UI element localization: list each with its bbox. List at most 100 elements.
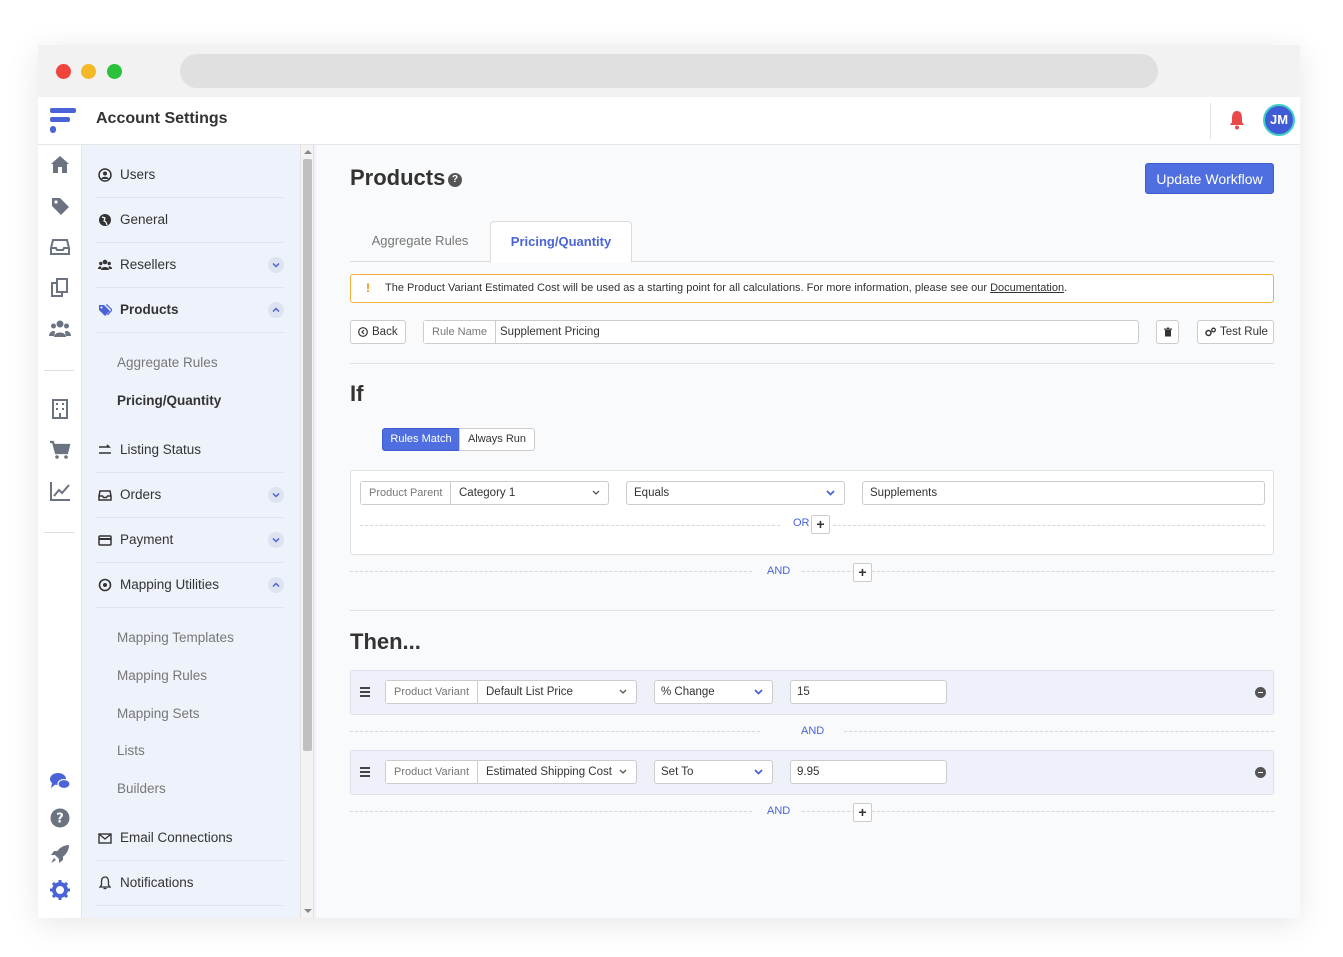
action-field-label: Product Variant xyxy=(386,681,479,703)
sidebar-item-notifications[interactable]: Notifications xyxy=(96,861,284,906)
add-or-condition-button[interactable]: + xyxy=(811,515,830,534)
chevron-up-icon[interactable] xyxy=(268,577,284,593)
compass-icon xyxy=(98,578,112,592)
tab-aggregate-rules[interactable]: Aggregate Rules xyxy=(350,221,490,262)
action-value-input[interactable]: 15 xyxy=(790,680,947,704)
sidebar-item-label: Products xyxy=(120,302,179,317)
drag-handle-icon[interactable] xyxy=(360,767,370,777)
add-and-condition-button[interactable]: + xyxy=(853,563,872,582)
sidebar-item-resellers[interactable]: Resellers xyxy=(96,243,284,288)
sidebar-item-payment[interactable]: Payment xyxy=(96,518,284,563)
delete-rule-button[interactable] xyxy=(1156,320,1179,344)
gear-icon[interactable] xyxy=(49,879,71,901)
and-divider xyxy=(844,731,1274,732)
building-icon[interactable] xyxy=(49,398,71,420)
sidebar-item-label: Mapping Utilities xyxy=(120,577,220,592)
address-bar[interactable] xyxy=(180,54,1158,88)
scroll-up-arrow-icon[interactable] xyxy=(304,150,312,154)
sidebar-subitem-mapping-templates[interactable]: Mapping Templates xyxy=(117,630,234,645)
arrow-left-circle-icon xyxy=(358,327,368,337)
user-circle-icon xyxy=(98,168,112,182)
rocket-icon[interactable] xyxy=(49,843,71,865)
rule-name-field[interactable]: Rule Name Supplement Pricing xyxy=(423,320,1139,344)
sidebar-item-label: Users xyxy=(120,167,156,182)
inbox-icon[interactable] xyxy=(49,236,71,258)
rule-name-label: Rule Name xyxy=(424,321,497,343)
action-field-select[interactable]: Product Variant Default List Price xyxy=(385,680,637,704)
header-divider xyxy=(1210,103,1211,139)
condition-field-select[interactable]: Product Parent Category 1 xyxy=(360,481,609,505)
and-divider xyxy=(802,811,1274,812)
help-icon[interactable]: ? xyxy=(448,173,462,187)
rule-name-input[interactable]: Supplement Pricing xyxy=(500,321,600,343)
condition-value-input[interactable]: Supplements xyxy=(862,481,1265,505)
users-icon[interactable] xyxy=(49,318,71,340)
sidebar-item-mapping-utilities[interactable]: Mapping Utilities xyxy=(96,563,284,608)
help-circle-icon[interactable]: ? xyxy=(49,807,71,829)
section-divider xyxy=(350,363,1274,364)
always-run-toggle[interactable]: Always Run xyxy=(459,428,535,451)
chat-icon[interactable] xyxy=(49,771,71,793)
action-field-select[interactable]: Product Variant Estimated Shipping Cost xyxy=(385,760,637,784)
scroll-down-arrow-icon[interactable] xyxy=(304,909,312,913)
action-value-input[interactable]: 9.95 xyxy=(790,760,947,784)
action-operation-select[interactable]: % Change xyxy=(654,680,773,704)
chevron-down-icon[interactable] xyxy=(268,532,284,548)
scroll-thumb[interactable] xyxy=(303,159,312,751)
user-avatar[interactable]: JM xyxy=(1263,104,1295,136)
minimize-window-button[interactable] xyxy=(81,64,96,79)
action-operation-select[interactable]: Set To xyxy=(654,760,773,784)
sidebar-subitem-mapping-rules[interactable]: Mapping Rules xyxy=(117,668,207,683)
sidebar-item-products[interactable]: Products xyxy=(96,288,284,333)
action-row: Product Variant Estimated Shipping Cost … xyxy=(350,750,1274,795)
chevron-down-icon xyxy=(592,490,600,495)
sidebar-item-orders[interactable]: Orders xyxy=(96,473,284,518)
action-field-value: Default List Price xyxy=(486,686,573,698)
maximize-window-button[interactable] xyxy=(107,64,122,79)
bell-icon[interactable] xyxy=(1228,110,1246,130)
bell-icon xyxy=(98,876,112,890)
shopping-cart-icon[interactable] xyxy=(49,439,71,461)
sidebar-item-listing-status[interactable]: Listing Status xyxy=(96,428,284,473)
main-content: Products ? Update Workflow Aggregate Rul… xyxy=(316,145,1300,918)
action-operation-value: Set To xyxy=(661,766,694,778)
sidebar-item-users[interactable]: Users xyxy=(96,153,284,198)
and-divider xyxy=(350,571,752,572)
sidebar-item-label: General xyxy=(120,212,169,227)
update-workflow-button[interactable]: Update Workflow xyxy=(1145,163,1274,194)
condition-operator-value: Equals xyxy=(634,487,670,499)
tab-pricing-quantity[interactable]: Pricing/Quantity xyxy=(490,221,632,263)
sidebar-subitem-pricing-quantity[interactable]: Pricing/Quantity xyxy=(117,393,221,408)
remove-action-icon[interactable] xyxy=(1255,767,1266,778)
tag-icon[interactable] xyxy=(49,195,71,217)
chevron-down-icon[interactable] xyxy=(268,487,284,503)
back-button[interactable]: Back xyxy=(350,320,406,344)
home-icon[interactable] xyxy=(49,154,71,176)
copy-icon[interactable] xyxy=(49,277,71,299)
chevron-down-icon[interactable] xyxy=(268,257,284,273)
and-label: AND xyxy=(767,565,791,577)
add-action-button[interactable]: + xyxy=(853,803,872,822)
sidebar-item-email-connections[interactable]: Email Connections xyxy=(96,816,284,861)
remove-action-icon[interactable] xyxy=(1255,687,1266,698)
sidebar-subitem-builders[interactable]: Builders xyxy=(117,781,166,796)
app-header: Account Settings JM xyxy=(38,97,1300,145)
rules-match-toggle[interactable]: Rules Match xyxy=(382,428,460,451)
sidebar-subitem-aggregate-rules[interactable]: Aggregate Rules xyxy=(117,355,218,370)
documentation-link[interactable]: Documentation xyxy=(990,282,1064,294)
chevron-up-icon[interactable] xyxy=(268,302,284,318)
app-logo-icon[interactable] xyxy=(48,105,76,135)
test-rule-button[interactable]: Test Rule xyxy=(1197,320,1274,344)
sidebar-subitem-lists[interactable]: Lists xyxy=(117,743,145,758)
sidebar-subitem-mapping-sets[interactable]: Mapping Sets xyxy=(117,706,200,721)
and-divider xyxy=(350,811,752,812)
condition-operator-select[interactable]: Equals xyxy=(626,481,845,505)
close-window-button[interactable] xyxy=(56,64,71,79)
section-divider xyxy=(350,610,1274,611)
sidebar-item-general[interactable]: General xyxy=(96,198,284,243)
drag-handle-icon[interactable] xyxy=(360,687,370,697)
rail-divider xyxy=(44,370,74,371)
condition-field-label: Product Parent xyxy=(361,482,452,504)
line-chart-icon[interactable] xyxy=(49,480,71,502)
sidebar-scrollbar[interactable] xyxy=(300,145,314,918)
